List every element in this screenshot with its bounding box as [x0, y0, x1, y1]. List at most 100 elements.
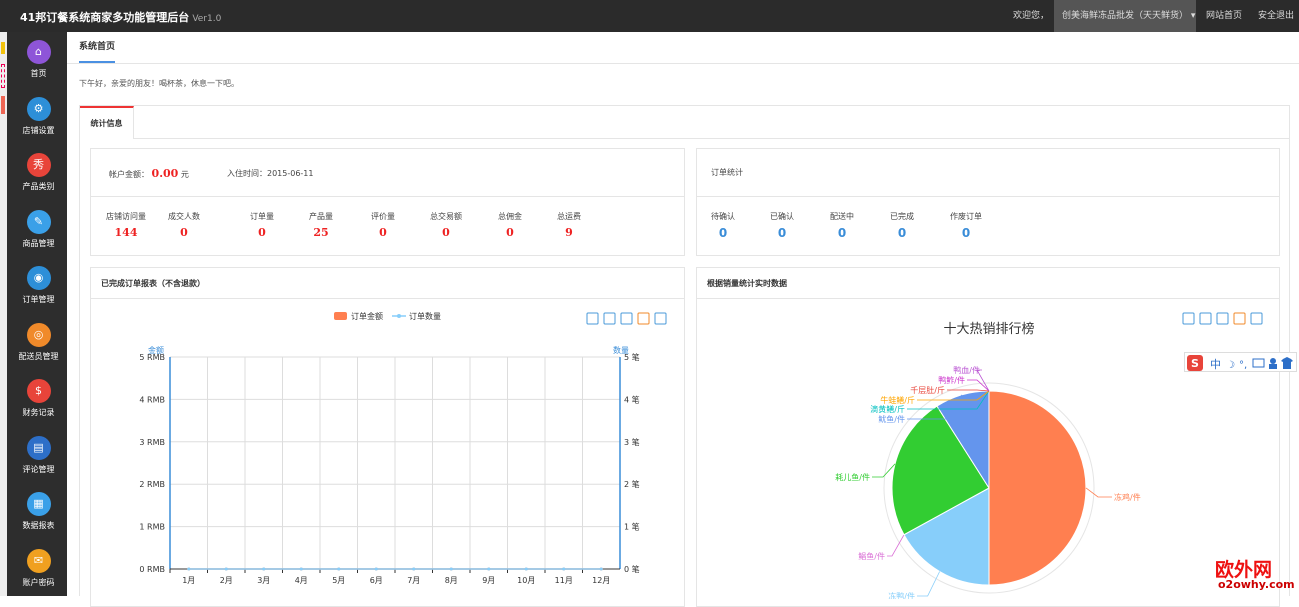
- stat-value: 0: [506, 226, 514, 239]
- user-icon: [1270, 358, 1276, 364]
- data-point: [337, 567, 341, 571]
- account-stat: 总运费 9: [539, 211, 599, 239]
- data-view-icon: [586, 312, 599, 325]
- site-home-link[interactable]: 网站首页: [1206, 0, 1242, 32]
- x-tick-label: 7月: [407, 576, 420, 585]
- stat-label: 待确认: [711, 212, 735, 221]
- x-tick-label: 4月: [295, 576, 308, 585]
- top-bar: 41邦订餐系统商家多功能管理后台 Ver1.0 欢迎您， 创美海鲜冻品批发（天天鲜…: [0, 0, 1299, 32]
- x-tick-label: 3月: [257, 576, 270, 585]
- pie-label: 冻鸡/件: [1114, 492, 1141, 502]
- shirt-icon: [1281, 357, 1293, 369]
- sidebar-item-label: 数据报表: [22, 521, 55, 530]
- x-tick-label: 2月: [220, 576, 233, 585]
- legend-label: 订单数量: [409, 311, 441, 321]
- sidebar-item[interactable]: ✉ 账户密码: [10, 541, 67, 597]
- stat-value: 0: [379, 226, 387, 239]
- stat-label: 产品量: [309, 212, 333, 221]
- y2-tick-label: 1 笔: [624, 522, 640, 532]
- refresh-icon: [1233, 312, 1246, 325]
- ime-toolbar[interactable]: S 中 ☽ °,: [1184, 352, 1297, 372]
- stat-value: 0: [777, 226, 787, 240]
- join-date: 入住时间：2015-06-11: [227, 169, 314, 178]
- pie-leader: [917, 571, 941, 597]
- x-tick-label: 1月: [182, 576, 195, 585]
- sidebar-item-label: 财务记录: [22, 408, 55, 417]
- save-image-icon: [654, 312, 667, 325]
- legend-swatch: [397, 314, 401, 318]
- pie-label: 冻鸭/件: [888, 591, 915, 599]
- sidebar-item[interactable]: ▦ 数据报表: [10, 484, 67, 540]
- legend-swatch: [334, 312, 347, 320]
- sidebar-item[interactable]: ◎ 配送员管理: [10, 315, 67, 371]
- tab-bar: 系统首页: [67, 32, 1299, 64]
- save-image-icon: [1250, 312, 1263, 325]
- x-tick-label: 12月: [592, 576, 610, 585]
- order-stat: 配送中 0: [812, 211, 872, 240]
- line-chart: 订单金额 订单数量金额 数量0 RMB 0 笔1 RMB 1 笔2 RMB 2 笔3 RM…: [139, 311, 667, 585]
- pie-toggle-icon: [1199, 312, 1212, 325]
- chevron-down-icon: ▾: [1190, 11, 1196, 21]
- sidebar-item[interactable]: ◉ 订单管理: [10, 258, 67, 314]
- stat-value: 25: [313, 226, 329, 239]
- account-box: 帐户金额： 0.00 元 入住时间：2015-06-11 店铺访问量 144 成交人…: [90, 148, 685, 256]
- dollar-icon: $: [26, 379, 51, 403]
- edit-icon: ✎: [26, 209, 51, 234]
- data-point: [524, 567, 528, 571]
- stat-label: 总运费: [557, 212, 581, 221]
- y-tick-label: 0 RMB: [139, 565, 165, 574]
- stat-value: 0: [718, 226, 728, 240]
- shop-dropdown[interactable]: 创美海鲜冻品批发（天天鲜货） ▾: [1054, 0, 1196, 32]
- stat-label: 已确认: [770, 212, 794, 221]
- sidebar-item-label: 产品类别: [22, 182, 55, 191]
- x-tick-label: 10月: [517, 576, 535, 585]
- stat-label: 成交人数: [168, 212, 200, 221]
- welcome-text: 欢迎您，: [1013, 11, 1050, 21]
- sidebar-item[interactable]: ✎ 商品管理: [10, 202, 67, 258]
- stat-label: 评价量: [371, 212, 395, 221]
- sidebar-strip: [0, 32, 7, 596]
- sidebar-item[interactable]: ⚙ 店铺设置: [10, 89, 67, 145]
- logout-link[interactable]: 安全退出: [1258, 0, 1294, 32]
- y2-tick-label: 0 笔: [624, 564, 640, 574]
- stat-value: 0: [180, 226, 188, 239]
- stat-label: 已完成: [890, 212, 914, 221]
- moon-icon: ☽: [1226, 360, 1235, 371]
- tab-system-home[interactable]: 系统首页: [79, 32, 116, 63]
- x-tick-label: 6月: [370, 576, 383, 585]
- app-title: 41邦订餐系统商家多功能管理后台 Ver1.0: [20, 11, 222, 24]
- stat-value: 144: [114, 226, 138, 239]
- sidebar-item-label: 账户密码: [22, 577, 55, 587]
- pie-leader: [872, 463, 896, 478]
- y-tick-label: 4 RMB: [139, 395, 165, 404]
- sidebar-item[interactable]: ⌂ 首页: [10, 32, 67, 88]
- sidebar-item-label: 配送员管理: [18, 351, 59, 361]
- y2-tick-label: 2 笔: [624, 479, 640, 489]
- pie-label: 鸭鲊/件: [938, 375, 965, 385]
- sidebar-item-label: 店铺设置: [22, 125, 55, 135]
- sidebar-item[interactable]: 秀产品类别: [10, 145, 67, 201]
- data-point: [412, 567, 416, 571]
- pie-label: 鱿鱼/件: [878, 414, 905, 424]
- chat-icon: ▤: [26, 435, 51, 460]
- data-point: [562, 567, 566, 571]
- funnel-toggle-icon: [1216, 312, 1229, 325]
- pie-label: 滴黄鳝/斤: [870, 404, 905, 414]
- sidebar-item[interactable]: ▤ 评论管理: [10, 428, 67, 484]
- stat-label: 配送中: [830, 212, 854, 221]
- pie-chart: 十大热销排行榜冻鸡/件冻鸭/件 鲳鱼/件 耗儿鱼/件 鱿鱼/件滴黄鳝/斤牛蛙鳝/斤千层…: [835, 312, 1263, 599]
- stat-value: 0: [442, 226, 450, 239]
- y-tick-label: 2 RMB: [139, 480, 165, 489]
- line-chart-title: 已完成订单报表（不含退款）: [101, 279, 205, 288]
- sidebar-item-label: 首页: [30, 69, 47, 78]
- sidebar-item-label: 订单管理: [22, 295, 55, 304]
- tab-stats-info[interactable]: 统计信息: [80, 106, 134, 139]
- show-icon: 秀: [26, 153, 51, 177]
- svg-text:S: S: [1191, 357, 1199, 370]
- stat-label: 总交易额: [430, 212, 462, 221]
- link-icon: ⚙: [26, 96, 51, 121]
- sidebar-item-label: 评论管理: [22, 464, 55, 474]
- data-point: [449, 567, 453, 571]
- sidebar-item[interactable]: $ 财务记录: [10, 371, 67, 427]
- watermark-url: o2owhy.com: [1218, 578, 1295, 591]
